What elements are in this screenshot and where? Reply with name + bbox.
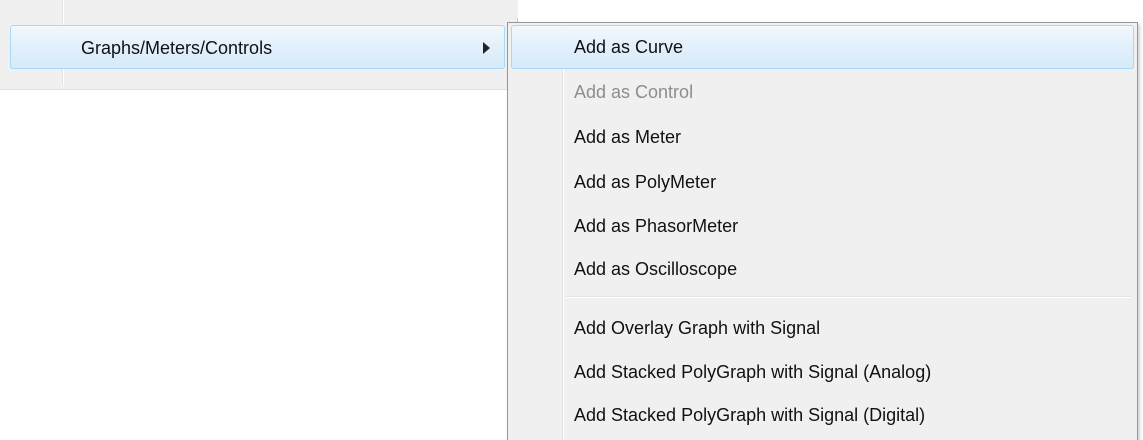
menu-bottom-edge [0, 86, 518, 90]
submenu-item-label: Add as PhasorMeter [574, 216, 739, 236]
screen: Graphs/Meters/Controls Add as Curve Add … [0, 0, 1143, 440]
submenu-item-add-as-polymeter[interactable]: Add as PolyMeter [511, 160, 1134, 204]
submenu-item-label: Add as Meter [574, 127, 682, 147]
submenu-item-label: Add Stacked PolyGraph with Signal (Analo… [574, 362, 932, 382]
submenu-item-add-as-phasormeter[interactable]: Add as PhasorMeter [511, 204, 1134, 248]
submenu-item-add-as-oscilloscope[interactable]: Add as Oscilloscope [511, 247, 1134, 291]
submenu-separator [566, 296, 1132, 298]
menu-item-graphs-meters-controls[interactable]: Graphs/Meters/Controls [10, 25, 505, 69]
submenu-item-label: Add Overlay Graph with Signal [574, 318, 821, 338]
submenu-item-label: Add Stacked PolyGraph with Signal (Digit… [574, 405, 926, 425]
context-menu: Graphs/Meters/Controls [0, 0, 518, 90]
submenu: Add as Curve Add as Control Add as Meter… [507, 22, 1138, 440]
submenu-item-add-as-curve[interactable]: Add as Curve [511, 25, 1134, 69]
menu-top-area [0, 0, 518, 18]
submenu-item-label: Add as Curve [574, 37, 684, 57]
submenu-arrow-icon [483, 42, 490, 54]
submenu-item-add-stacked-polygraph-digital[interactable]: Add Stacked PolyGraph with Signal (Digit… [511, 393, 1134, 437]
submenu-item-add-overlay-graph[interactable]: Add Overlay Graph with Signal [511, 306, 1134, 350]
submenu-item-add-stacked-polygraph-analog[interactable]: Add Stacked PolyGraph with Signal (Analo… [511, 350, 1134, 394]
submenu-item-label: Add as Control [574, 82, 694, 102]
submenu-item-label: Add as Oscilloscope [574, 259, 738, 279]
menu-item-label: Graphs/Meters/Controls [81, 38, 273, 58]
submenu-item-add-as-control: Add as Control [511, 70, 1134, 114]
submenu-item-add-as-meter[interactable]: Add as Meter [511, 115, 1134, 159]
submenu-item-label: Add as PolyMeter [574, 172, 717, 192]
